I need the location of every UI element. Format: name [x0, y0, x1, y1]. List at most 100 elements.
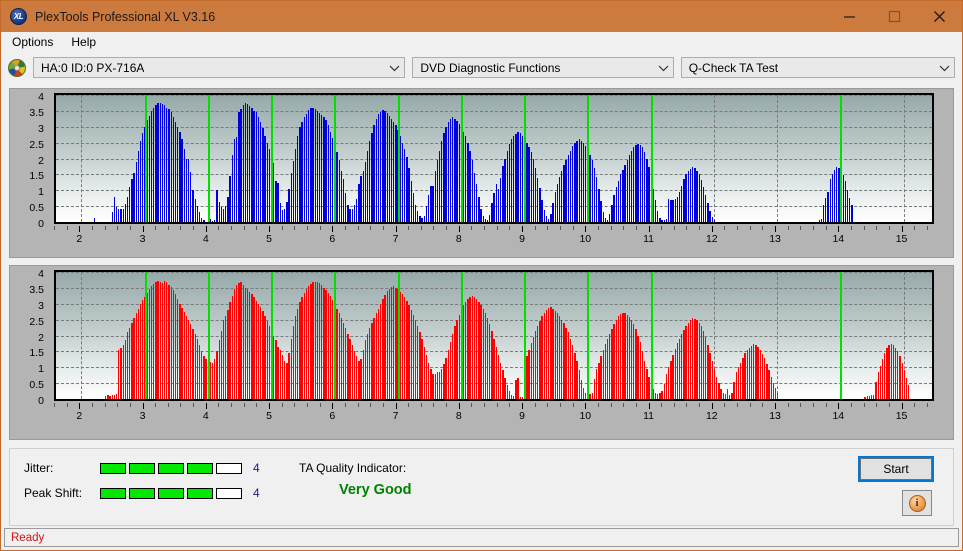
chart-bar [611, 329, 613, 399]
chart-bar [196, 339, 199, 399]
chart-bar [644, 152, 646, 222]
chart-bar [275, 340, 277, 399]
drive-select[interactable]: HA:0 ID:0 PX-716A [33, 57, 406, 78]
chart-bar [148, 289, 151, 399]
chart-bar [375, 313, 377, 399]
chart-bar [674, 199, 676, 222]
jitter-meter [100, 462, 242, 474]
x-tick [294, 403, 296, 407]
chart-bar [452, 333, 454, 399]
chart-bar [489, 324, 491, 399]
chart-bar [231, 295, 233, 399]
chart-bar [255, 112, 257, 222]
x-tick [382, 403, 384, 407]
chart-bar [349, 338, 351, 399]
chart-bar [384, 110, 386, 222]
x-tick [294, 226, 296, 230]
chart-bar [493, 193, 495, 222]
chart-bar [877, 372, 879, 399]
chart-bar [822, 204, 825, 222]
chart-bar [314, 281, 316, 399]
chart-bar [122, 208, 124, 222]
info-button[interactable]: i [902, 490, 932, 516]
y-tick-label: 1 [38, 186, 44, 199]
chart-bar [253, 297, 255, 399]
chart-bar [395, 125, 397, 222]
x-tick [838, 226, 840, 232]
chart-bar [829, 179, 831, 222]
chart-bar [249, 291, 251, 399]
chart-bar [705, 195, 707, 222]
menu-item-options[interactable]: Options [9, 33, 62, 51]
chart-bar [467, 142, 469, 222]
chart-bar [750, 345, 753, 399]
chart-bar [281, 209, 284, 222]
chart-bar [484, 219, 487, 222]
chart-bar [382, 299, 384, 399]
chart-bar [624, 164, 626, 222]
chart-bar [168, 109, 170, 222]
x-tick [749, 226, 751, 230]
x-tick [635, 403, 637, 407]
chart-bar [473, 172, 476, 222]
x-tick [446, 226, 448, 230]
chart-bar [327, 125, 329, 222]
chart-bar [705, 337, 707, 399]
jitter-label: Jitter: [24, 461, 54, 475]
chart-bar [875, 381, 877, 399]
chart-bar [630, 150, 633, 222]
meter-segment [187, 462, 213, 474]
chart-bar [842, 175, 844, 222]
close-icon[interactable] [917, 1, 962, 32]
chart-bar [259, 122, 262, 222]
chart-bar [303, 292, 305, 399]
chart-bar [613, 195, 615, 222]
chart-bar [504, 158, 506, 222]
x-tick [66, 403, 68, 407]
chart-bar [399, 291, 401, 399]
chart-bar [670, 199, 672, 222]
maximize-icon[interactable] [872, 1, 917, 32]
x-tick-label: 7 [392, 410, 399, 422]
chart-bar [892, 345, 895, 399]
info-icon: i [908, 494, 926, 512]
menu-item-help[interactable]: Help [68, 33, 105, 51]
chart-bar [687, 171, 689, 222]
x-tick [79, 226, 81, 232]
chart-bar [681, 333, 683, 399]
minimize-icon[interactable] [827, 1, 872, 32]
chart-bar [131, 179, 133, 222]
x-tick-label: 5 [266, 410, 272, 422]
chart-bar [384, 294, 386, 399]
start-button[interactable]: Start [860, 458, 932, 480]
chart-bar [286, 362, 288, 399]
chart-bar [543, 313, 545, 399]
chart-bar [244, 287, 247, 399]
chart-bar [133, 318, 135, 399]
function-select[interactable]: DVD Diagnostic Functions [412, 57, 674, 78]
chart-bar [340, 171, 343, 222]
x-tick-label: 9 [519, 410, 525, 422]
chevron-down-icon [385, 58, 404, 77]
chart-bar [294, 148, 297, 222]
chart-bar [353, 351, 356, 399]
status-text: Ready [11, 531, 45, 544]
chart-bar [214, 220, 216, 222]
chart-bar [620, 313, 622, 399]
chart-bar [325, 120, 327, 222]
chart-bar [759, 349, 762, 399]
chart-bar [303, 117, 305, 222]
chart-bar [183, 311, 185, 399]
chart-bar [497, 188, 500, 222]
chart-bar [310, 108, 312, 222]
chart-bar [170, 287, 172, 399]
chart-bar [866, 396, 868, 399]
chart-bar [825, 198, 827, 222]
grid-line [56, 110, 932, 112]
x-tick-label: 13 [769, 233, 781, 245]
speed-marker [524, 95, 527, 222]
grid-line [56, 142, 932, 144]
test-select[interactable]: Q-Check TA Test [680, 57, 955, 78]
chart-bar [519, 133, 521, 222]
chart-bar [526, 142, 528, 222]
